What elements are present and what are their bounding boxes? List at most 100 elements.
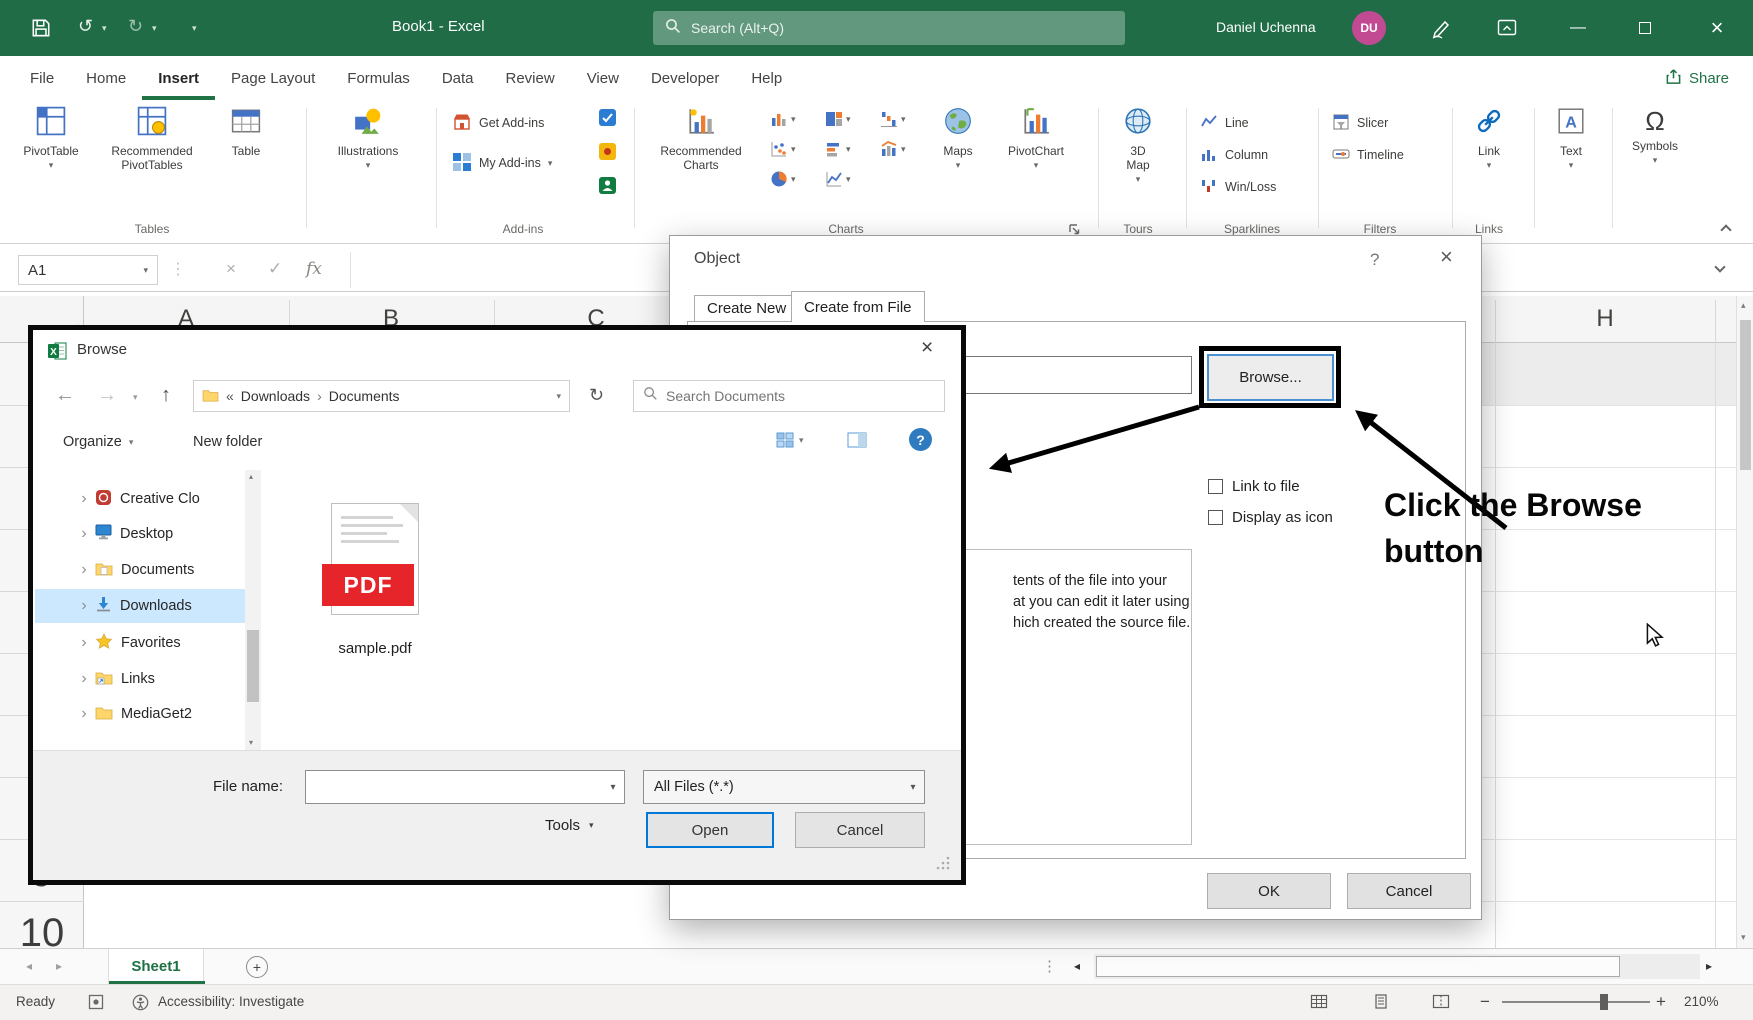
tab-file[interactable]: File <box>14 56 70 100</box>
add-sheet-button[interactable]: + <box>246 956 268 978</box>
scroll-down-icon[interactable]: ▾ <box>249 738 253 747</box>
formula-bar-splitter[interactable]: ⋮ <box>170 259 186 279</box>
horizontal-scrollbar[interactable] <box>1094 954 1700 979</box>
recent-locations-icon[interactable]: ▾ <box>133 393 138 402</box>
text-button[interactable]: A Text ▾ <box>1542 106 1600 170</box>
search-documents-box[interactable] <box>633 380 945 412</box>
tab-insert[interactable]: Insert <box>142 56 215 100</box>
addin-icon-green[interactable] <box>598 176 617 200</box>
column-header-h[interactable]: H <box>1596 305 1613 333</box>
tab-home[interactable]: Home <box>70 56 142 100</box>
help-icon[interactable]: ? <box>1370 250 1379 270</box>
open-button[interactable]: Open <box>646 812 774 848</box>
file-name-input[interactable] <box>306 772 586 802</box>
macro-record-icon[interactable] <box>88 994 104 1013</box>
addin-icon-yellow[interactable] <box>598 142 617 166</box>
help-icon[interactable]: ? <box>909 428 932 451</box>
get-addins-button[interactable]: Get Add-ins <box>452 110 544 136</box>
search-documents-input[interactable] <box>666 388 906 404</box>
breadcrumb-downloads[interactable]: Downloads <box>241 388 310 404</box>
worksheet-grid[interactable]: H <box>1482 296 1736 948</box>
ok-button[interactable]: OK <box>1207 873 1331 909</box>
tree-item-documents[interactable]: › Documents <box>35 553 245 587</box>
pdf-file-icon[interactable]: PDF <box>331 503 419 615</box>
tree-item-downloads[interactable]: › Downloads <box>35 589 245 623</box>
tab-review[interactable]: Review <box>490 56 571 100</box>
scroll-up-icon[interactable]: ▴ <box>249 472 253 481</box>
close-icon[interactable]: × <box>921 336 933 360</box>
accessibility-status[interactable]: Accessibility: Investigate <box>158 994 304 1009</box>
refresh-icon[interactable]: ↻ <box>589 385 604 406</box>
forward-icon[interactable]: → <box>97 384 117 407</box>
tab-developer[interactable]: Developer <box>635 56 735 100</box>
zoom-slider-track[interactable] <box>1502 1001 1650 1003</box>
maps-button[interactable]: Maps ▾ <box>930 106 986 170</box>
tree-scrollbar[interactable]: ▴ ▾ <box>245 470 261 752</box>
hscroll-right-icon[interactable]: ▸ <box>1706 959 1712 973</box>
share-button[interactable]: Share <box>1665 62 1729 94</box>
recommended-pivottables-button[interactable]: Recommended PivotTables <box>96 106 208 172</box>
normal-view-icon[interactable] <box>1310 993 1328 1014</box>
redo-dropdown-icon[interactable]: ▾ <box>152 24 157 33</box>
back-icon[interactable]: ← <box>55 384 75 407</box>
table-button[interactable]: Table <box>214 106 278 158</box>
maximize-button[interactable] <box>1625 0 1665 56</box>
resize-grip[interactable] <box>935 855 951 876</box>
tools-button[interactable]: Tools ▾ <box>545 817 594 834</box>
symbols-button[interactable]: Ω Symbols ▾ <box>1620 106 1690 165</box>
insert-line-chart-button[interactable]: ▾ <box>825 164 880 194</box>
cancel-button[interactable]: Cancel <box>795 812 925 848</box>
tree-item-favorites[interactable]: › Favorites <box>35 626 245 660</box>
vertical-scrollbar[interactable]: ▴ ▾ <box>1736 296 1753 948</box>
3d-map-button[interactable]: 3D Map ▾ <box>1106 106 1170 184</box>
sparkline-line-button[interactable]: Line <box>1200 110 1249 136</box>
vertical-scrollbar-thumb[interactable] <box>1740 320 1751 470</box>
cancel-entry-icon[interactable]: × <box>226 259 236 279</box>
breadcrumb-documents[interactable]: Documents <box>329 388 400 404</box>
horizontal-scrollbar-thumb[interactable] <box>1096 956 1620 977</box>
tree-item-mediaget2[interactable]: › MediaGet2 <box>35 697 245 731</box>
name-box[interactable]: A1 ▾ <box>18 255 158 285</box>
file-type-combo[interactable]: All Files (*.*) ▾ <box>643 770 925 804</box>
tab-help[interactable]: Help <box>735 56 798 100</box>
inking-icon[interactable] <box>1430 16 1454 45</box>
insert-scatter-chart-button[interactable]: ▾ <box>770 134 825 164</box>
file-name-combo[interactable]: ▾ <box>305 770 625 804</box>
close-icon[interactable]: × <box>1440 244 1453 270</box>
link-to-file-checkbox[interactable] <box>1208 479 1223 494</box>
sparkline-column-button[interactable]: Column <box>1200 142 1268 168</box>
insert-function-icon[interactable]: fx <box>306 259 322 279</box>
sheet-tab-sheet1[interactable]: Sheet1 <box>108 949 204 984</box>
sheet-nav-left-icon[interactable]: ◂ <box>26 959 32 973</box>
scroll-up-icon[interactable]: ▴ <box>1741 300 1746 311</box>
tab-data[interactable]: Data <box>426 56 490 100</box>
zoom-out-icon[interactable]: − <box>1480 992 1490 1012</box>
up-icon[interactable]: ↑ <box>161 384 171 407</box>
file-label[interactable]: sample.pdf <box>315 640 435 657</box>
tab-bar-splitter[interactable]: ⋮ <box>1042 957 1057 975</box>
timeline-button[interactable]: Timeline <box>1332 142 1404 168</box>
display-as-icon-checkbox[interactable] <box>1208 510 1223 525</box>
crumb-overflow-icon[interactable]: « <box>226 388 234 404</box>
pivotchart-button[interactable]: PivotChart ▾ <box>996 106 1076 170</box>
insert-combo-chart-button[interactable]: ▾ <box>880 134 935 164</box>
sheet-nav-right-icon[interactable]: ▸ <box>56 959 62 973</box>
organize-button[interactable]: Organize ▾ <box>63 434 133 450</box>
addin-icon-blue[interactable] <box>598 108 617 132</box>
save-icon[interactable] <box>30 17 52 44</box>
recommended-charts-button[interactable]: Recommended Charts <box>646 106 756 172</box>
undo-dropdown-icon[interactable]: ▾ <box>102 24 107 33</box>
sparkline-winloss-button[interactable]: Win/Loss <box>1200 174 1276 200</box>
close-button[interactable]: × <box>1697 0 1737 56</box>
search-box[interactable]: Search (Alt+Q) <box>653 11 1125 45</box>
zoom-in-icon[interactable]: + <box>1656 992 1666 1012</box>
expand-formula-bar-icon[interactable] <box>1714 261 1725 272</box>
collapse-ribbon-icon[interactable] <box>1720 224 1731 235</box>
cancel-button[interactable]: Cancel <box>1347 873 1471 909</box>
my-addins-button[interactable]: My Add-ins ▾ <box>452 150 552 176</box>
tab-view[interactable]: View <box>571 56 635 100</box>
slicer-button[interactable]: Slicer <box>1332 110 1388 136</box>
insert-bar-chart-button[interactable]: ▾ <box>825 134 880 164</box>
minimize-button[interactable]: — <box>1558 0 1598 56</box>
change-view-button[interactable]: ▾ <box>775 430 804 450</box>
